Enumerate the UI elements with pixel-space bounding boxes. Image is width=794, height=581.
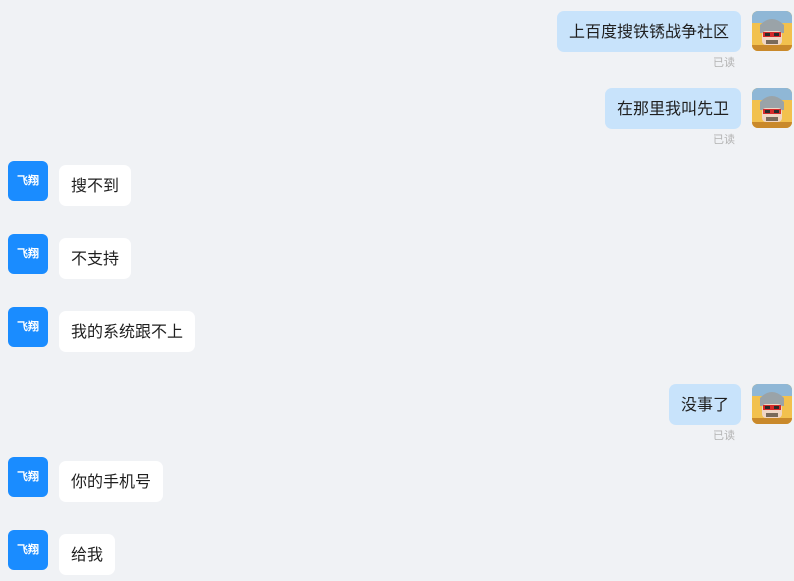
warrior-avatar-icon [752, 384, 792, 424]
message-bubble-incoming[interactable]: 不支持 [59, 238, 132, 279]
warrior-avatar-icon [752, 88, 792, 128]
contact-avatar[interactable]: 飞翔 [8, 457, 48, 497]
read-status: 已读 [713, 133, 735, 146]
message-bubble-incoming[interactable]: 你的手机号 [59, 461, 164, 502]
contact-avatar[interactable]: 飞翔 [8, 161, 48, 201]
message-bubble-incoming[interactable]: 给我 [59, 534, 116, 575]
message-bubble-outgoing[interactable]: 在那里我叫先卫 [604, 88, 741, 129]
user-avatar[interactable] [752, 384, 792, 424]
contact-avatar[interactable]: 飞翔 [8, 530, 48, 570]
read-status: 已读 [713, 429, 735, 442]
message-bubble-outgoing[interactable]: 上百度搜铁锈战争社区 [556, 11, 741, 52]
message-bubble-incoming[interactable]: 我的系统跟不上 [59, 311, 196, 352]
read-status: 已读 [713, 56, 735, 69]
user-avatar[interactable] [752, 88, 792, 128]
chat-message-list: 上百度搜铁锈战争社区 已读 在那里我叫先卫 已读 飞翔 搜不到 飞翔 不支持 飞… [0, 0, 794, 581]
user-avatar[interactable] [752, 11, 792, 51]
message-bubble-outgoing[interactable]: 没事了 [668, 384, 741, 425]
contact-avatar[interactable]: 飞翔 [8, 307, 48, 347]
warrior-avatar-icon [752, 11, 792, 51]
contact-avatar[interactable]: 飞翔 [8, 234, 48, 274]
message-bubble-incoming[interactable]: 搜不到 [59, 165, 132, 206]
